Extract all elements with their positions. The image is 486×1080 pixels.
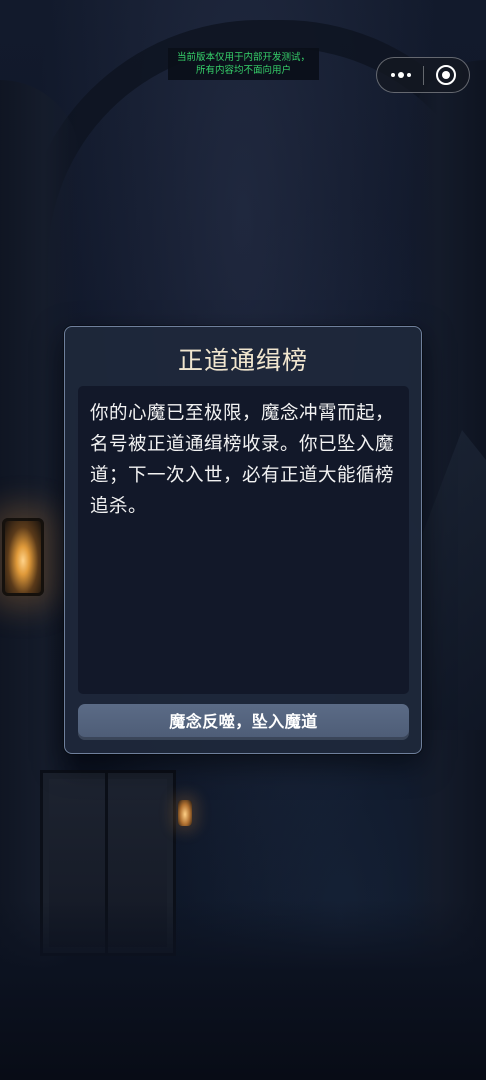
screen: 当前版本仅用于内部开发测试， 所有内容均不面向用户 正道通缉榜 你的心魔已至极限… xyxy=(0,0,486,1080)
dev-notice-line2: 所有内容均不面向用户 xyxy=(195,65,291,76)
lantern-icon xyxy=(2,518,44,596)
capsule-divider xyxy=(423,66,424,85)
target-close-icon[interactable] xyxy=(436,65,456,85)
ground xyxy=(0,900,486,1080)
more-dots-icon[interactable] xyxy=(389,64,413,86)
small-lantern-icon xyxy=(178,800,192,826)
dev-notice-banner: 当前版本仅用于内部开发测试， 所有内容均不面向用户 xyxy=(168,48,319,80)
wanted-list-dialog: 正道通缉榜 你的心魔已至极限，魔念冲霄而起，名号被正道通缉榜收录。你已坠入魔道；… xyxy=(64,326,422,754)
fall-into-demon-path-button[interactable]: 魔念反噬，坠入魔道 xyxy=(78,704,409,740)
dialog-message: 你的心魔已至极限，魔念冲霄而起，名号被正道通缉榜收录。你已坠入魔道；下一次入世，… xyxy=(78,386,409,694)
dialog-title: 正道通缉榜 xyxy=(177,346,308,375)
dev-notice-line1: 当前版本仅用于内部开发测试， xyxy=(176,52,310,63)
miniprogram-capsule xyxy=(376,57,470,93)
